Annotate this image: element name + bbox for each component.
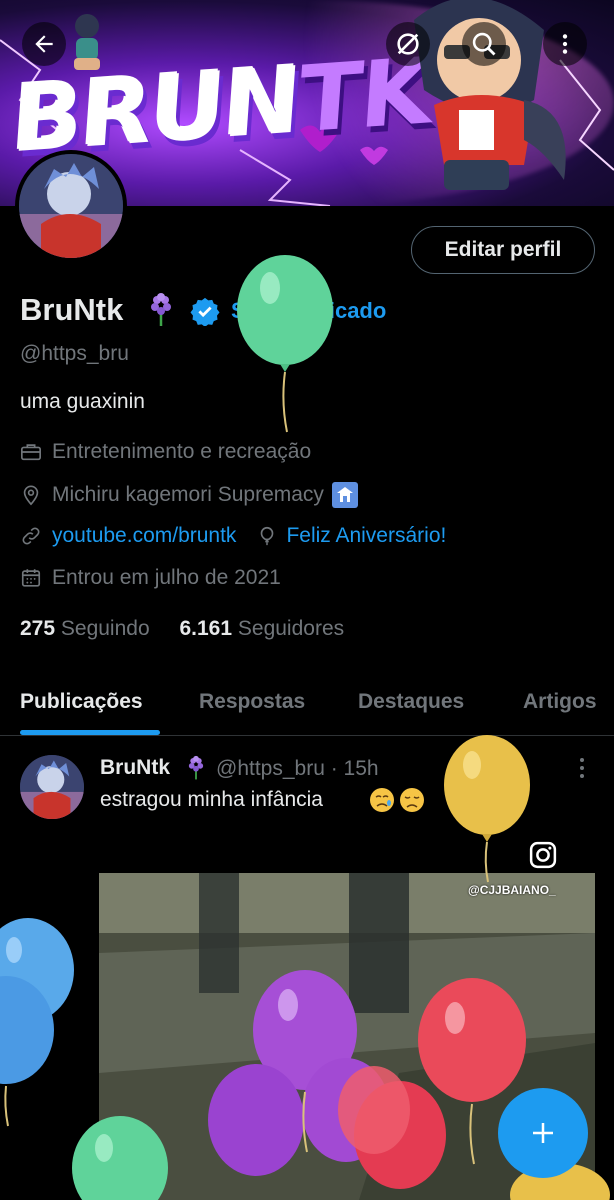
circle-slash-icon: [397, 33, 419, 55]
video-watermark: @CJJBAIANO_: [468, 883, 556, 897]
website-link[interactable]: youtube.com/bruntk: [52, 524, 236, 548]
profile-bio: uma guaxinin: [20, 390, 145, 413]
more-vertical-icon: [562, 34, 568, 54]
briefcase-icon: [21, 444, 41, 461]
post-handle-time: @https_bru · 15h: [216, 757, 379, 780]
avatar-image: [19, 154, 123, 258]
tab-publicacoes[interactable]: Publicações: [20, 690, 143, 714]
profile-name: BruNtk: [20, 292, 124, 327]
following-link[interactable]: 275 Seguindo: [20, 617, 150, 640]
profile-joined: Entrou em julho de 2021: [20, 566, 281, 590]
compose-post-button[interactable]: [498, 1088, 588, 1178]
profile-handle: @https_bru: [20, 342, 129, 365]
location-pin-icon: [23, 485, 39, 506]
followers-link[interactable]: 6.161 Seguidores: [179, 617, 344, 640]
balloon-blue-left: [0, 918, 74, 1127]
profile-stats: 275 Seguindo 6.161 Seguidores: [20, 617, 344, 641]
balloon-green-top: [237, 255, 333, 433]
calendar-icon: [21, 569, 41, 587]
verified-badge-icon[interactable]: [190, 296, 220, 326]
profile-links: youtube.com/bruntk Feliz Aniversário!: [20, 524, 446, 548]
search-icon: [472, 32, 496, 56]
arrow-left-icon: [35, 35, 53, 53]
profile-avatar[interactable]: [15, 150, 127, 262]
profile-category: Entretenimento e recreação: [20, 440, 311, 464]
profile-tabs: Publicações Respostas Destaques Artigos: [0, 670, 614, 736]
category-label: Entretenimento e recreação: [52, 440, 312, 463]
post-avatar-image: [20, 755, 84, 819]
more-options-button[interactable]: [543, 22, 587, 66]
back-button[interactable]: [22, 22, 66, 66]
search-button[interactable]: [462, 22, 506, 66]
tab-artigos[interactable]: Artigos: [523, 690, 597, 714]
edit-profile-button[interactable]: Editar perfil: [411, 226, 595, 274]
post-author-name[interactable]: BruNtk: [100, 756, 170, 780]
balloon-icon: [261, 526, 274, 546]
profile-location: Michiru kagemori Supremacy: [20, 482, 358, 508]
post-avatar[interactable]: [20, 755, 84, 819]
crying-disappointed-emoji-icon: [370, 788, 424, 812]
instagram-icon: [529, 841, 557, 869]
shrine-emoji-icon: [331, 482, 358, 508]
birthday-link[interactable]: Feliz Aniversário!: [286, 524, 446, 548]
tab-respostas[interactable]: Respostas: [199, 690, 305, 714]
link-icon: [22, 527, 40, 545]
active-tab-indicator: [20, 730, 160, 735]
hyacinth-emoji-icon: [188, 755, 204, 780]
post-text: estragou minha infância: [100, 788, 323, 811]
plus-icon: [533, 1123, 553, 1143]
more-vertical-icon[interactable]: [572, 756, 592, 780]
tab-destaques[interactable]: Destaques: [358, 690, 464, 714]
joined-label: Entrou em julho de 2021: [52, 566, 281, 589]
get-verified-link[interactable]: Seja verificado: [231, 298, 386, 324]
hyacinth-emoji-icon: [151, 293, 171, 326]
balloon-yellow: [444, 735, 530, 883]
banner-mini-character: [74, 14, 100, 70]
mute-button[interactable]: [386, 22, 430, 66]
location-label: Michiru kagemori Supremacy: [52, 483, 324, 506]
